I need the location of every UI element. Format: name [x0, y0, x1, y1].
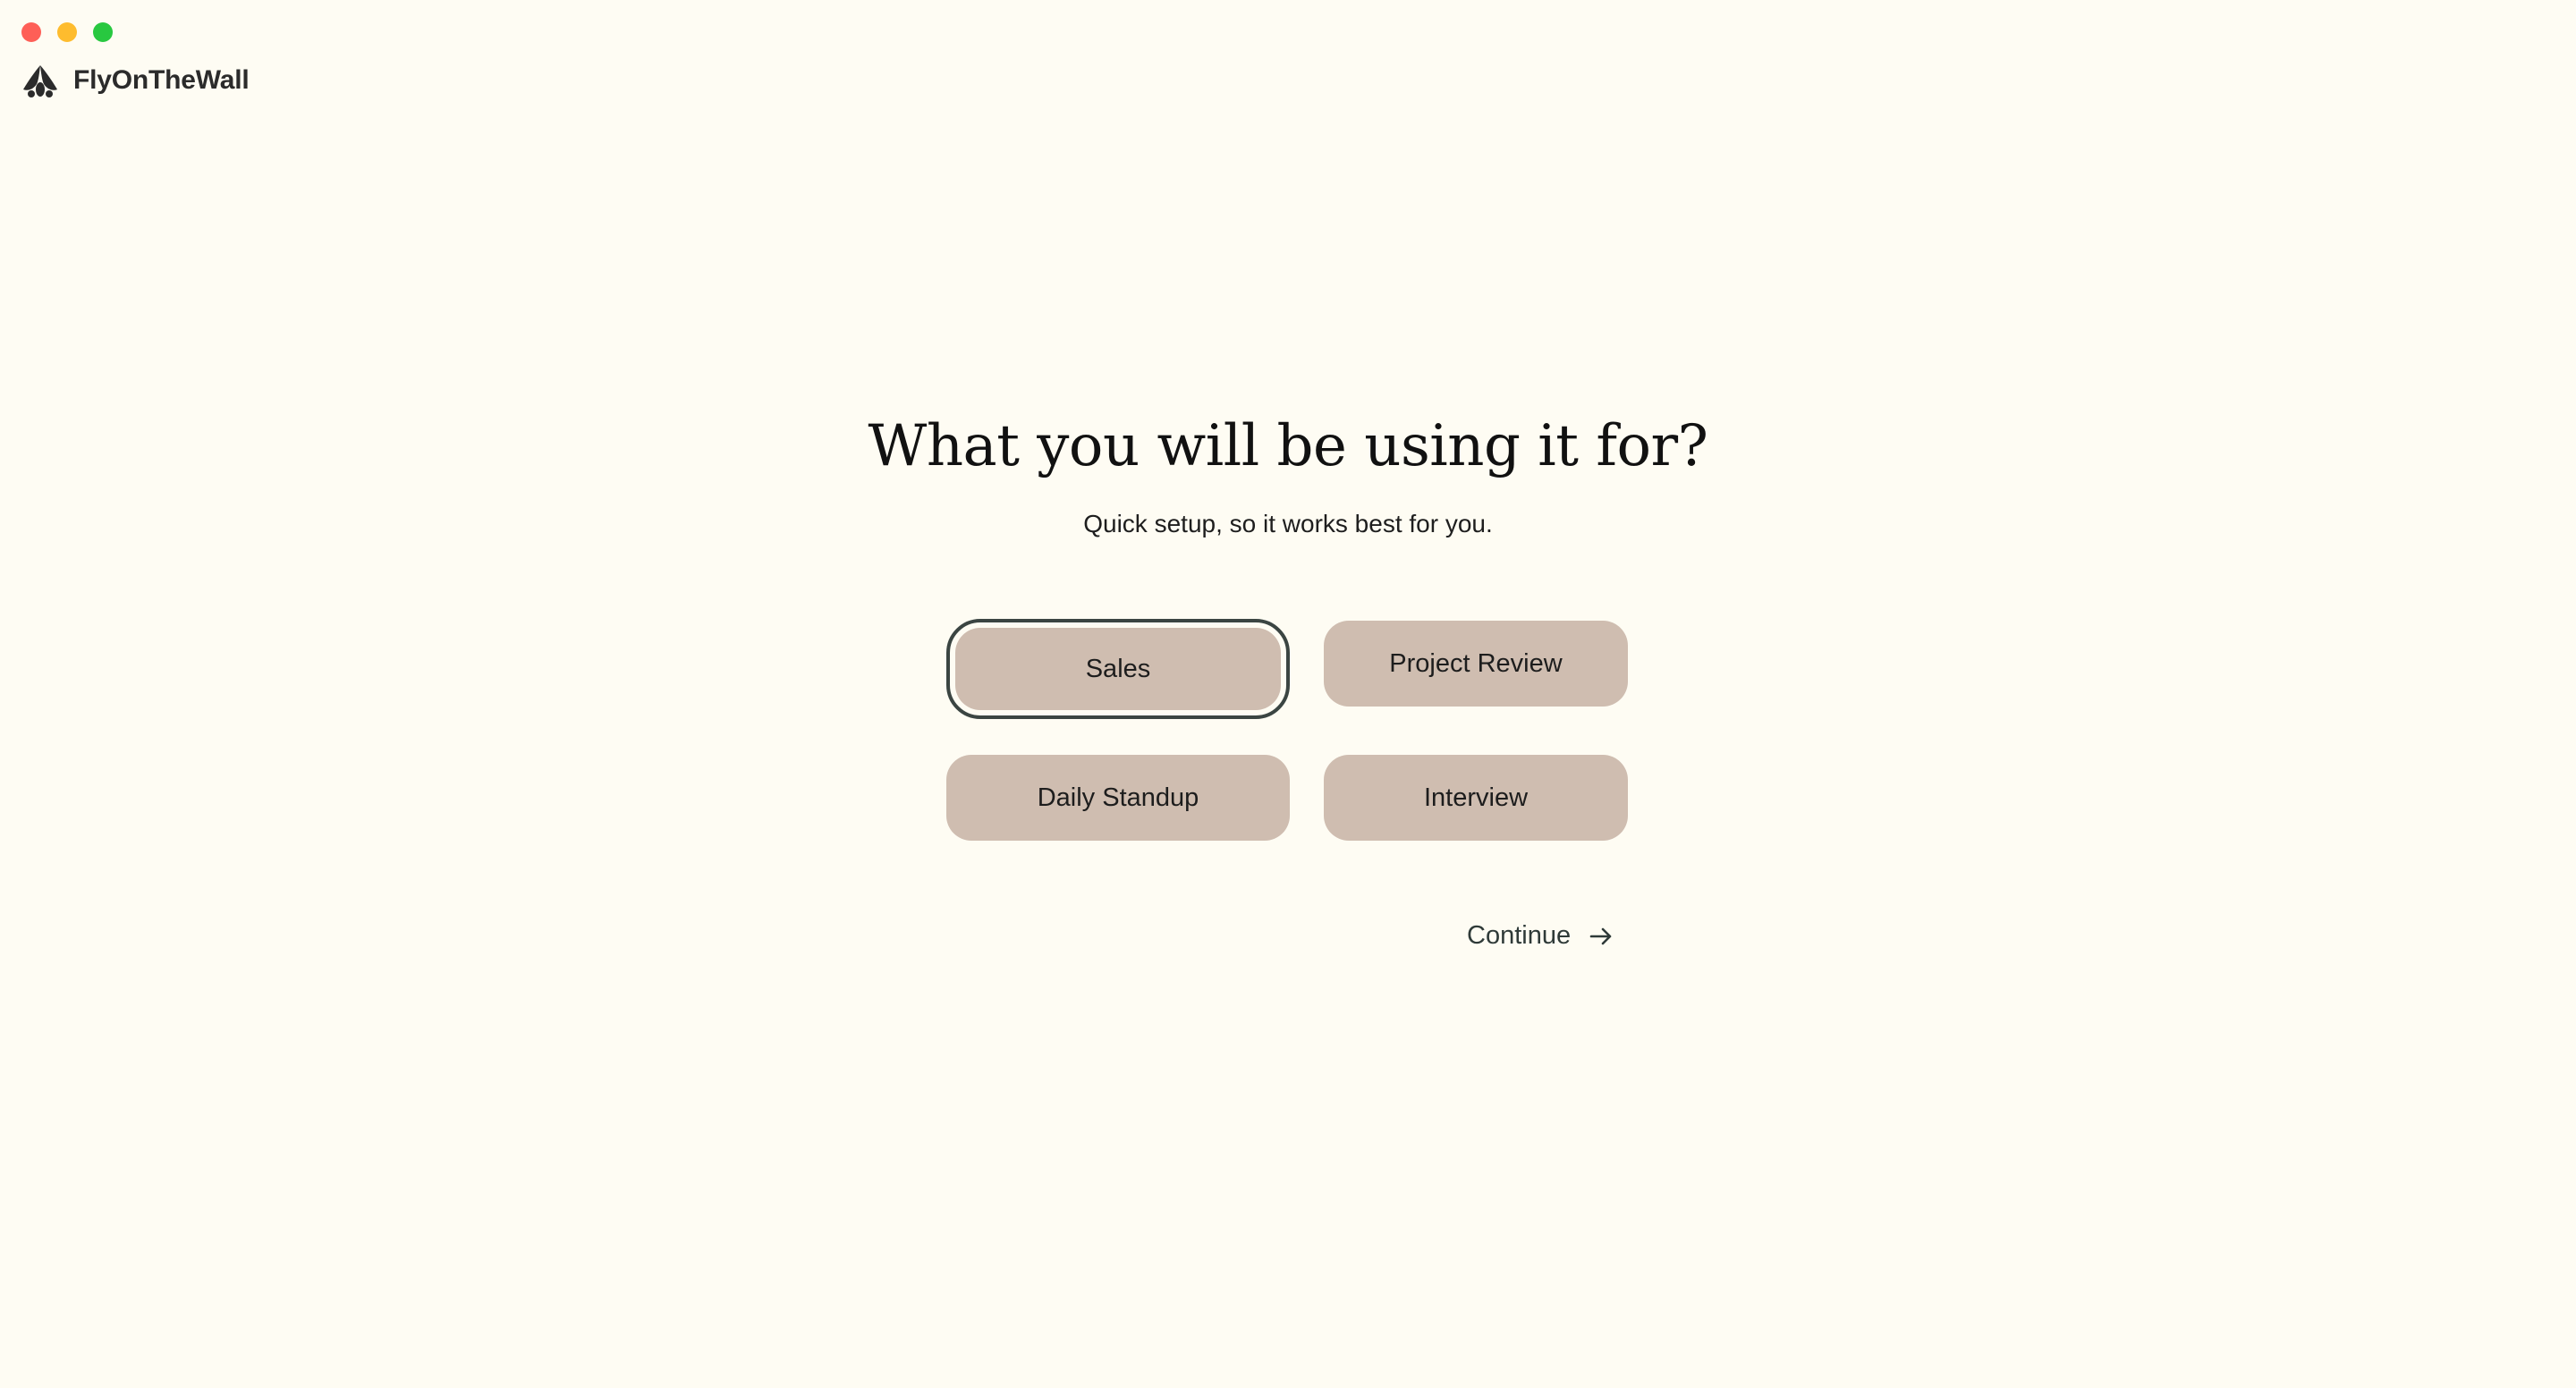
fly-logo-icon — [23, 65, 57, 97]
app-window: FlyOnTheWall What you will be using it f… — [0, 0, 2576, 1388]
page-title: What you will be using it for? — [868, 413, 1708, 479]
option-interview-button[interactable]: Interview — [1324, 755, 1628, 841]
page-subtitle: Quick setup, so it works best for you. — [1083, 510, 1493, 537]
continue-button[interactable]: Continue — [1467, 921, 1615, 951]
window-controls — [21, 22, 113, 42]
brand: FlyOnTheWall — [20, 63, 250, 98]
minimize-window-button[interactable] — [57, 22, 77, 42]
arrow-right-icon — [1589, 927, 1612, 944]
zoom-window-button[interactable] — [93, 22, 113, 42]
app-name: FlyOnTheWall — [73, 65, 250, 95]
option-daily-standup-button[interactable]: Daily Standup — [946, 755, 1290, 841]
close-window-button[interactable] — [21, 22, 41, 42]
continue-label: Continue — [1467, 921, 1572, 950]
option-project-review-button[interactable]: Project Review — [1324, 621, 1628, 707]
option-sales-button[interactable]: Sales — [946, 619, 1290, 719]
